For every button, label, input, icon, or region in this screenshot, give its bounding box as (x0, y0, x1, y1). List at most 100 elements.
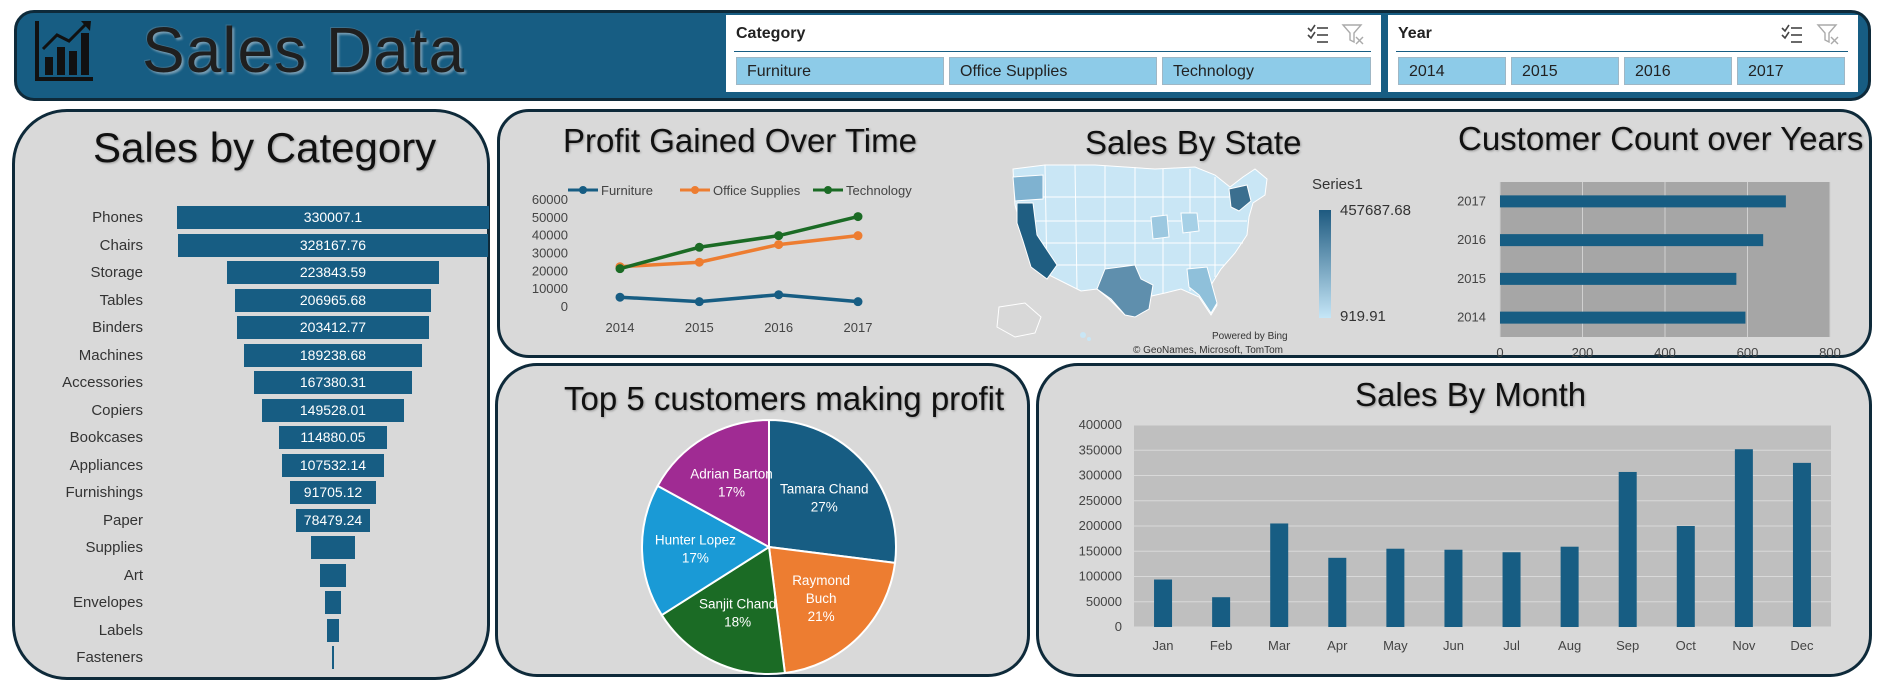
slicer-divider (1396, 51, 1848, 52)
x-tick-label: 800 (1819, 345, 1841, 357)
y-tick-label: 350000 (1079, 442, 1122, 457)
y-tick-label: 2016 (1457, 232, 1486, 247)
x-tick-label: 2014 (606, 320, 635, 335)
funnel-category-label: Machines (78, 346, 143, 364)
slicer-item-technology[interactable]: Technology (1162, 57, 1371, 85)
month-bar (1386, 548, 1405, 627)
funnel-bar: 78479.24 (295, 508, 371, 532)
data-point (615, 264, 625, 274)
funnel-category-label: Phones (92, 209, 143, 226)
clear-filter-icon[interactable] (1341, 23, 1365, 45)
x-tick-label: Dec (1790, 638, 1814, 653)
funnel-category-label: Accessories (62, 374, 143, 391)
y-tick-label: 2014 (1457, 310, 1486, 325)
x-tick-label: 0 (1496, 345, 1503, 357)
map-legend-gradient (1319, 210, 1331, 318)
funnel-bar: 328167.76 (177, 233, 489, 257)
category-slicer-title: Category (736, 25, 806, 42)
legend-label: Technology (846, 183, 912, 198)
x-tick-label: Apr (1327, 638, 1348, 653)
slicer-item-2016[interactable]: 2016 (1624, 57, 1732, 85)
legend-marker (579, 186, 587, 194)
funnel-category-label: Art (123, 566, 143, 584)
clear-filter-icon[interactable] (1816, 23, 1840, 45)
funnel-bar: 107532.14 (282, 453, 384, 477)
funnel-bar: 167380.31 (253, 371, 413, 394)
y-tick-label: 100000 (1079, 569, 1122, 584)
y-tick-label: 0 (1115, 619, 1122, 634)
map-legend-min: 919.91 (1340, 308, 1386, 325)
x-tick-label: Jan (1153, 638, 1174, 653)
funnel-bar: 91705.12 (289, 481, 377, 504)
slicer-item-furniture[interactable]: Furniture (736, 57, 944, 85)
x-tick-label: Jul (1503, 638, 1520, 653)
customer-bar-chart: 0 200 400 600 800 2017 2016 2015 2014 (1457, 182, 1841, 357)
funnel-category-label: Tables (99, 291, 143, 309)
funnel-bar (331, 646, 335, 669)
y-tick-label: 200000 (1079, 518, 1122, 533)
x-tick-label: 2017 (844, 320, 873, 335)
y-tick-label: 10000 (532, 281, 568, 296)
data-point (853, 212, 863, 222)
bar-chart-icon (35, 21, 93, 81)
funnel-bar: 206965.68 (235, 288, 431, 312)
funnel-category-label: Fasteners (76, 649, 143, 666)
customers-pie-chart: Tamara Chand 27%Raymond Buch 21%Sanjit Chan… (641, 418, 897, 675)
us-map: Powered by Bing © GeoNames, Microsoft, T… (996, 164, 1288, 356)
funnel-bar: 330007.1 (177, 206, 489, 229)
y-tick-label: 250000 (1079, 493, 1122, 508)
funnel-category-label: Supplies (85, 539, 143, 556)
data-point (853, 231, 863, 241)
funnel-bar (327, 618, 339, 642)
funnel-category-label: Paper (102, 511, 143, 529)
legend-marker (691, 186, 699, 194)
legend-label: Office Supplies (713, 183, 801, 198)
sales-by-month-panel: Sales By Month 400000 350000 300000 250000 2… (1036, 363, 1872, 677)
x-tick-label: May (1383, 638, 1408, 653)
slicer-divider (734, 51, 1371, 52)
map-legend-title: Series1 (1312, 176, 1363, 193)
customer-bar (1500, 272, 1737, 285)
multi-select-icon[interactable] (1306, 23, 1330, 45)
monthly-bar-chart: 400000 350000 300000 250000 200000 150000 1000… (1079, 417, 1831, 653)
series-line (619, 292, 859, 304)
series-line (619, 214, 859, 271)
y-tick-label: 0 (561, 299, 568, 314)
month-bar (1270, 523, 1289, 627)
overview-panel: Profit Gained Over Time 60000 50000 40000 3… (497, 109, 1872, 358)
y-tick-label: 300000 (1079, 468, 1122, 483)
funnel-category-label: Labels (98, 621, 143, 639)
map-credit-bing: Powered by Bing (1212, 331, 1288, 342)
data-point (774, 240, 784, 250)
month-bar (1502, 552, 1521, 627)
x-tick-label: Mar (1268, 638, 1291, 653)
month-bar (1154, 579, 1173, 627)
funnel-category-label: Bookcases (69, 429, 143, 446)
month-bar (1560, 546, 1579, 627)
x-tick-label: Aug (1558, 638, 1581, 653)
y-tick-label: 2015 (1457, 271, 1486, 286)
y-tick-label: 50000 (532, 210, 568, 225)
x-tick-label: 2015 (685, 320, 714, 335)
funnel-bar (310, 536, 356, 559)
slicer-item-2014[interactable]: 2014 (1398, 57, 1506, 85)
y-tick-label: 60000 (532, 192, 568, 207)
data-point (615, 292, 625, 302)
funnel-category-label: Furnishings (65, 484, 143, 501)
data-point (853, 297, 863, 307)
slicer-item-2017[interactable]: 2017 (1737, 57, 1845, 85)
x-tick-label: 400 (1654, 345, 1676, 357)
multi-select-icon[interactable] (1780, 23, 1804, 45)
y-tick-label: 150000 (1079, 543, 1122, 558)
funnel-bar: 114880.05 (278, 426, 388, 449)
slicer-item-office-supplies[interactable]: Office Supplies (949, 57, 1157, 85)
funnel-bar: 189238.68 (243, 343, 423, 367)
year-slicer: Year 2014 2015 2016 2017 (1388, 15, 1858, 92)
profit-line-chart: 60000 50000 40000 30000 20000 10000 0 2014 2015 2… (532, 183, 912, 335)
funnel-category-label: Appliances (69, 456, 143, 474)
legend-marker (824, 186, 832, 194)
data-point (694, 257, 704, 267)
funnel-bar: 149528.01 (262, 398, 404, 422)
slicer-item-2015[interactable]: 2015 (1511, 57, 1619, 85)
y-tick-label: 50000 (1086, 594, 1122, 609)
